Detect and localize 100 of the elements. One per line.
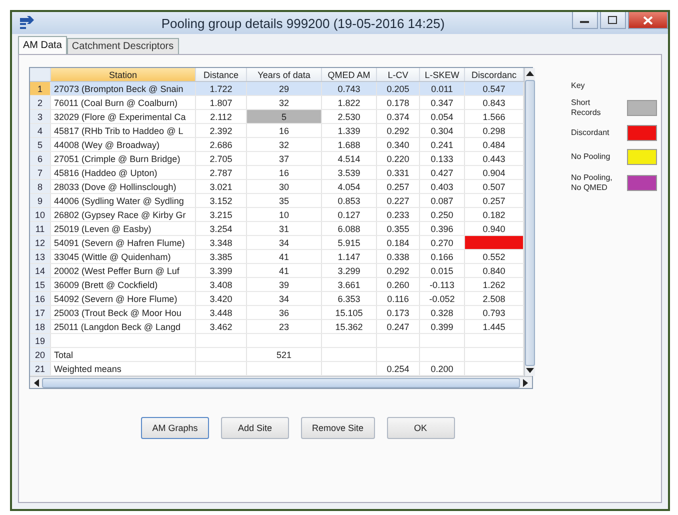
row-number[interactable]: 11 [30, 222, 50, 236]
column-header[interactable]: Discordanc [464, 68, 524, 82]
table-cell: -0.052 [420, 292, 464, 306]
table-cell: 3.462 [196, 320, 246, 334]
table-cell: 3.348 [196, 236, 246, 250]
horizontal-scrollbar[interactable] [30, 376, 532, 388]
maximize-button[interactable] [600, 12, 626, 29]
scroll-left-icon[interactable] [33, 378, 39, 386]
row-number[interactable]: 13 [30, 250, 50, 264]
row-number[interactable]: 10 [30, 208, 50, 222]
table-cell: 3.448 [196, 306, 246, 320]
table-cell: 0.227 [376, 194, 420, 208]
tab[interactable]: Catchment Descriptors [66, 38, 179, 54]
table-cell: 54092 (Severn @ Hore Flume) [50, 292, 196, 306]
row-number[interactable]: 7 [30, 166, 50, 180]
dialog-button[interactable]: OK [386, 417, 455, 439]
row-number[interactable]: 5 [30, 138, 50, 152]
table-cell: 0.304 [420, 124, 464, 138]
table-cell [196, 348, 246, 362]
minimize-button[interactable] [572, 12, 598, 29]
table-cell: 6.353 [322, 292, 376, 306]
table-cell: 0.443 [464, 152, 524, 166]
scroll-right-icon[interactable] [523, 378, 529, 386]
key-label: Discordant [571, 128, 610, 138]
row-number[interactable]: 16 [30, 292, 50, 306]
row-number[interactable]: 14 [30, 264, 50, 278]
row-number[interactable]: 4 [30, 124, 50, 138]
close-icon [643, 16, 653, 24]
row-number[interactable]: 8 [30, 180, 50, 194]
row-number[interactable]: 12 [30, 236, 50, 250]
table-cell: 0.178 [376, 96, 420, 110]
dialog-button[interactable]: AM Graphs [141, 417, 209, 439]
column-header[interactable]: L-CV [376, 68, 420, 82]
row-number[interactable]: 19 [30, 334, 50, 348]
row-number[interactable]: 15 [30, 278, 50, 292]
row-number[interactable]: 6 [30, 152, 50, 166]
table-cell: 41 [246, 250, 322, 264]
table-cell: 3.420 [196, 292, 246, 306]
column-header[interactable]: Years of data [246, 68, 322, 82]
table-cell: 36 [246, 306, 322, 320]
close-button[interactable] [628, 12, 668, 29]
table-cell: 0.173 [376, 306, 420, 320]
vertical-scrollbar[interactable] [524, 68, 535, 376]
column-header[interactable]: L-SKEW [420, 68, 464, 82]
table-cell [420, 334, 464, 348]
table-cell: 1.688 [322, 138, 376, 152]
table-cell: 3.399 [196, 264, 246, 278]
table-cell: 30 [246, 180, 322, 194]
table-cell: 0.116 [376, 292, 420, 306]
table-cell: 2.392 [196, 124, 246, 138]
table-cell: 0.396 [420, 222, 464, 236]
table-cell: 1.807 [196, 96, 246, 110]
column-header[interactable]: Station [50, 68, 196, 82]
table-cell: 20002 (West Peffer Burn @ Luf [50, 264, 196, 278]
table-cell: 1.822 [322, 96, 376, 110]
table-cell: 16 [246, 166, 322, 180]
table-cell: 0.904 [464, 166, 524, 180]
dialog-button[interactable]: Add Site [221, 417, 289, 439]
table-cell: 0.355 [376, 222, 420, 236]
table-cell: 3.152 [196, 194, 246, 208]
scroll-up-icon[interactable] [526, 70, 534, 76]
table-cell: 1.445 [464, 320, 524, 334]
table-cell [196, 334, 246, 348]
table-cell: 15.105 [322, 306, 376, 320]
table-cell: 1.339 [322, 124, 376, 138]
table-cell: 3.021 [196, 180, 246, 194]
row-number[interactable]: 1 [30, 82, 50, 96]
row-number[interactable]: 3 [30, 110, 50, 124]
table-cell: 0.328 [420, 306, 464, 320]
table-cell: 39 [246, 278, 322, 292]
table-cell: 26802 (Gypsey Race @ Kirby Gr [50, 208, 196, 222]
column-header[interactable]: Distance [196, 68, 246, 82]
table-cell: 27051 (Crimple @ Burn Bridge) [50, 152, 196, 166]
row-number[interactable]: 2 [30, 96, 50, 110]
row-number[interactable]: 21 [30, 362, 50, 376]
row-number[interactable]: 18 [30, 320, 50, 334]
table-cell: 1.147 [322, 250, 376, 264]
table-cell: 0.298 [464, 124, 524, 138]
tab[interactable]: AM Data [18, 36, 67, 54]
table-cell: 0.374 [376, 110, 420, 124]
table-cell [464, 334, 524, 348]
table-cell: -0.113 [420, 278, 464, 292]
row-number[interactable]: 20 [30, 348, 50, 362]
table-cell: 0.241 [420, 138, 464, 152]
table-cell: 3.408 [196, 278, 246, 292]
scroll-down-icon[interactable] [526, 368, 534, 374]
table-cell: 0.552 [464, 250, 524, 264]
row-number[interactable]: 9 [30, 194, 50, 208]
table-cell: 33045 (Wittle @ Quidenham) [50, 250, 196, 264]
table-cell: 2.112 [196, 110, 246, 124]
table-cell: 0.331 [376, 166, 420, 180]
table-cell: 25011 (Langdon Beck @ Langd [50, 320, 196, 334]
table-cell [420, 348, 464, 362]
dialog-button[interactable]: Remove Site [301, 417, 375, 439]
table-cell: 3.254 [196, 222, 246, 236]
column-header[interactable]: QMED AM [322, 68, 376, 82]
table-cell: 0.127 [322, 208, 376, 222]
row-number[interactable]: 17 [30, 306, 50, 320]
table-cell: 0.015 [420, 264, 464, 278]
table-cell: 0.166 [420, 250, 464, 264]
